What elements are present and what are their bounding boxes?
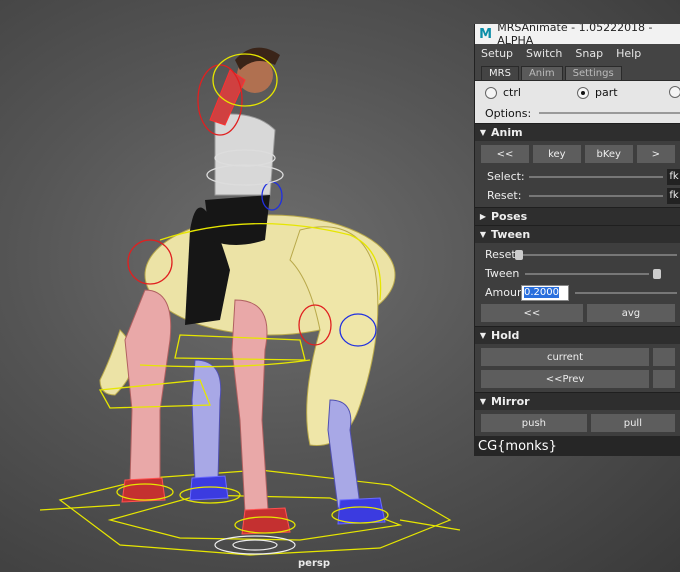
select-slider[interactable] [529, 175, 663, 178]
section-poses[interactable]: ▶ Poses [475, 207, 680, 225]
amount-label: Amount [485, 286, 529, 299]
maya-logo-icon: M [479, 26, 493, 42]
reset-label: Reset: [487, 189, 522, 202]
collapse-down-icon: ▼ [479, 230, 487, 239]
collapse-down-icon: ▼ [479, 128, 487, 137]
section-poses-title: Poses [491, 210, 528, 223]
anim-key-button[interactable]: key [532, 145, 581, 163]
section-mirror-title: Mirror [491, 395, 530, 408]
tab-bar: MRS Anim Settings [475, 62, 680, 81]
mode-radio-group: ctrl part [475, 81, 680, 103]
amount-value: 0.2000 [524, 287, 559, 298]
select-label: Select: [487, 170, 525, 183]
amount-field[interactable]: 0.2000 [521, 284, 569, 301]
radio-ctrl-label: ctrl [503, 86, 521, 99]
cgmonks-logo: CG{monks} [478, 438, 557, 454]
window-title: MRSAnimate - 1.05222018 - ALPHA [497, 24, 653, 47]
options-row: Options: [475, 103, 680, 123]
radio-third[interactable] [669, 86, 680, 98]
reset-slider[interactable] [529, 194, 663, 197]
hold-right-button[interactable] [653, 348, 675, 366]
radio-part-label: part [595, 86, 618, 99]
radio-part[interactable]: part [577, 86, 618, 99]
section-anim-title: Anim [491, 126, 523, 139]
tween-avg-button[interactable]: avg [586, 304, 675, 322]
reset-fk-button[interactable]: fk [667, 187, 680, 204]
mrsanimate-panel: M MRSAnimate - 1.05222018 - ALPHA Setup … [474, 24, 680, 456]
menu-help[interactable]: Help [616, 47, 641, 60]
tween-prev-button[interactable]: << [481, 304, 583, 322]
anim-body: << key bKey > Select: fk Reset: fk [475, 141, 680, 207]
section-hold-title: Hold [491, 329, 520, 342]
radio-part-dot [577, 86, 589, 99]
tab-anim[interactable]: Anim [520, 66, 563, 80]
hold-body: current <<Prev [475, 344, 680, 392]
tween-body: Reset Tween Amount 0.2000 << avg [475, 243, 680, 326]
hold-current-button[interactable]: current [481, 348, 649, 366]
tab-mrs[interactable]: MRS [481, 66, 519, 80]
window-titlebar[interactable]: M MRSAnimate - 1.05222018 - ALPHA [475, 24, 680, 47]
options-label: Options: [485, 106, 532, 120]
mirror-pull-button[interactable]: pull [590, 414, 675, 432]
radio-ctrl-dot [485, 86, 497, 99]
tab-settings[interactable]: Settings [564, 66, 622, 80]
hold-right2-button[interactable] [653, 370, 675, 388]
menu-switch[interactable]: Switch [526, 47, 562, 60]
camera-label: persp [298, 558, 330, 569]
section-tween-title: Tween [491, 228, 531, 241]
tween-knob[interactable] [653, 268, 661, 279]
tween-reset-slider[interactable] [523, 253, 677, 256]
menu-snap[interactable]: Snap [575, 47, 603, 60]
mirror-push-button[interactable]: push [481, 414, 587, 432]
radio-ctrl[interactable]: ctrl [485, 86, 521, 99]
section-anim[interactable]: ▼ Anim [475, 123, 680, 141]
tween-reset-label: Reset [485, 248, 516, 261]
hold-prev-button[interactable]: <<Prev [481, 370, 649, 388]
amount-slider[interactable] [575, 291, 677, 294]
section-mirror[interactable]: ▼ Mirror [475, 392, 680, 410]
collapse-down-icon: ▼ [479, 331, 487, 340]
tween-label: Tween [485, 267, 520, 280]
anim-bkey-button[interactable]: bKey [584, 145, 633, 163]
tween-slider[interactable] [525, 272, 649, 275]
options-track[interactable] [539, 112, 680, 114]
tween-reset-knob[interactable] [515, 249, 523, 260]
collapse-right-icon: ▶ [479, 212, 487, 221]
menu-setup[interactable]: Setup [481, 47, 513, 60]
anim-prev-button[interactable]: << [481, 145, 529, 163]
anim-next-button[interactable]: > [636, 145, 675, 163]
collapse-down-icon: ▼ [479, 397, 487, 406]
section-tween[interactable]: ▼ Tween [475, 225, 680, 243]
cgmonks-footer: CG{monks} [474, 436, 680, 456]
section-hold[interactable]: ▼ Hold [475, 326, 680, 344]
radio-third-dot [669, 86, 680, 98]
select-fk-button[interactable]: fk [667, 168, 680, 185]
